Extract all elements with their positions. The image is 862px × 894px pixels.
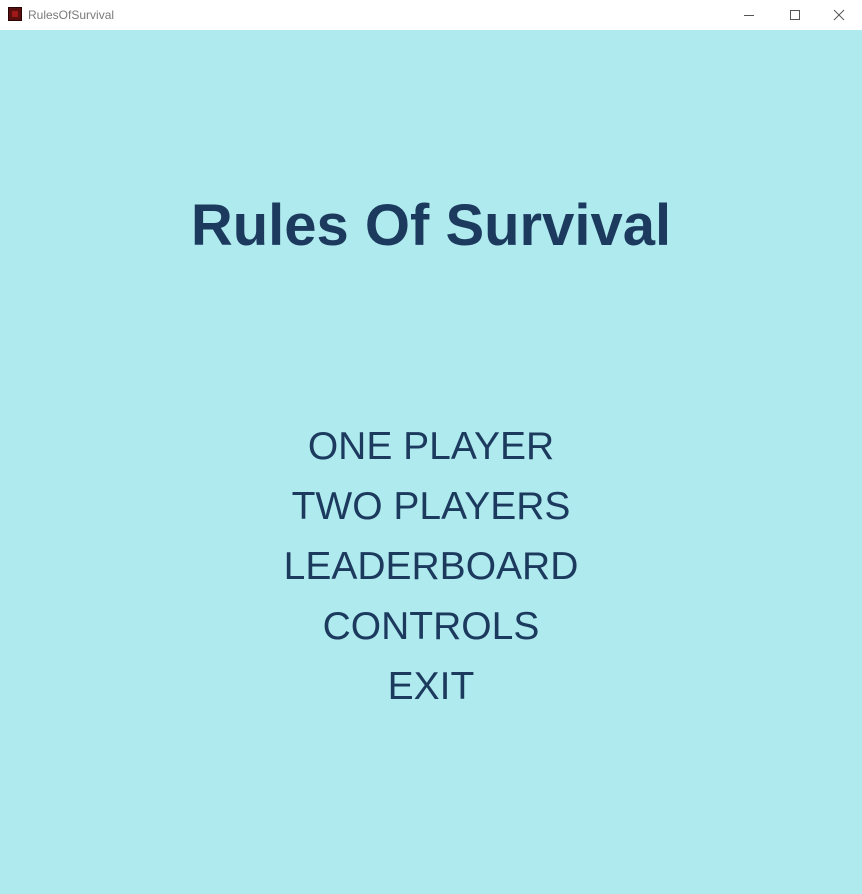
menu-item-exit[interactable]: EXIT — [0, 665, 862, 709]
menu-item-leaderboard[interactable]: LEADERBOARD — [0, 545, 862, 589]
close-button[interactable] — [816, 0, 862, 30]
menu-item-two-players[interactable]: TWO PLAYERS — [0, 485, 862, 529]
minimize-button[interactable] — [726, 0, 772, 30]
game-title: Rules Of Survival — [190, 193, 672, 258]
maximize-icon — [790, 10, 800, 20]
menu-item-controls[interactable]: CONTROLS — [0, 605, 862, 649]
minimize-icon — [744, 15, 754, 16]
close-icon — [833, 9, 845, 21]
app-window: RulesOfSurvival Rules Of Survival ONE PL… — [0, 0, 862, 894]
app-icon — [8, 7, 22, 21]
title-bar[interactable]: RulesOfSurvival — [0, 0, 862, 30]
game-menu-screen: Rules Of Survival ONE PLAYER TWO PLAYERS… — [0, 30, 862, 894]
window-title: RulesOfSurvival — [28, 8, 115, 22]
maximize-button[interactable] — [772, 0, 818, 30]
menu-item-one-player[interactable]: ONE PLAYER — [0, 425, 862, 469]
